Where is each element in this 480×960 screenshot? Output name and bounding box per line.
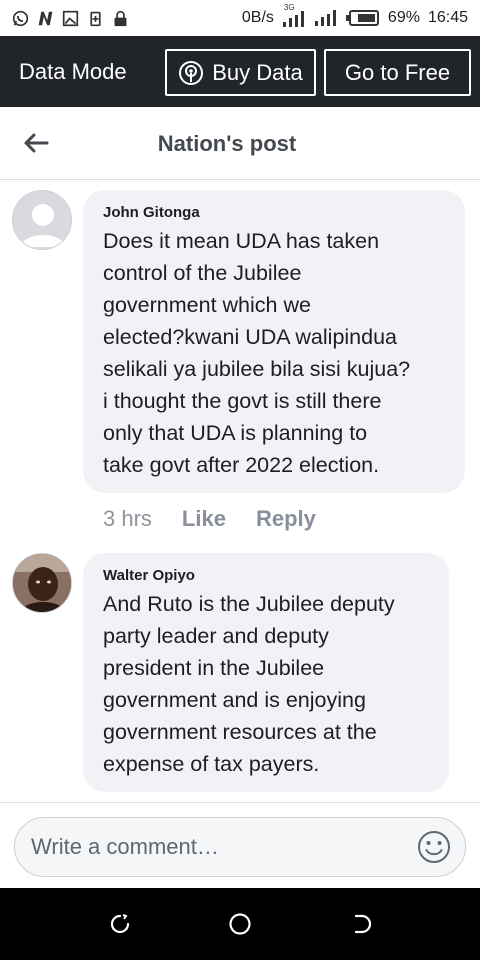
like-link[interactable]: Like	[182, 506, 226, 532]
user-photo-icon	[13, 554, 71, 612]
system-navigation-bar	[0, 888, 480, 960]
notification-icons	[12, 10, 129, 27]
signal-3g-icon: 3G	[282, 3, 306, 27]
data-mode-bar: Data Mode Buy Data Go to Free	[0, 36, 480, 107]
battery-icon	[345, 10, 379, 26]
composer-box	[14, 817, 466, 877]
back-nav-button[interactable]	[344, 908, 376, 940]
buy-data-label: Buy Data	[212, 59, 303, 85]
go-to-free-button[interactable]: Go to Free	[324, 49, 471, 96]
default-avatar-icon	[13, 191, 71, 249]
home-button[interactable]	[224, 908, 256, 940]
signal-strength-icon	[314, 10, 336, 26]
n-app-icon	[38, 11, 53, 25]
comment-composer	[0, 802, 480, 888]
comment-bubble: Walter Opiyo And Ruto is the Jubilee dep…	[83, 553, 449, 792]
home-circle-icon	[229, 913, 251, 935]
page-title: Nation's post	[157, 131, 297, 156]
image-icon	[62, 10, 79, 26]
avatar[interactable]	[12, 190, 72, 250]
comment-bubble: John Gitonga Does it mean UDA has taken …	[83, 190, 465, 493]
reply-link[interactable]: Reply	[256, 506, 316, 532]
buy-data-button[interactable]: Buy Data	[165, 49, 316, 96]
go-to-free-label: Go to Free	[344, 59, 451, 85]
battery-percent: 69%	[387, 9, 420, 26]
page-header: Nation's post	[0, 107, 480, 180]
emoji-button[interactable]	[417, 830, 451, 864]
comment-text: And Ruto is the Jubilee deputy party lea…	[103, 592, 395, 776]
whatsapp-icon	[12, 10, 29, 26]
comment-actions: 3 hrs Like Reply	[103, 506, 316, 532]
comment-timestamp[interactable]: 3 hrs	[103, 506, 152, 532]
comment-author[interactable]: Walter Opiyo	[103, 567, 429, 584]
status-bar: 0B/s 3G 69% 16:45	[0, 0, 480, 36]
system-status: 0B/s 3G 69% 16:45	[241, 3, 468, 27]
network-speed: 0B/s	[241, 9, 274, 26]
clock: 16:45	[427, 9, 468, 26]
comment-text: Does it mean UDA has taken control of th…	[103, 229, 411, 477]
recent-apps-icon	[110, 914, 130, 934]
lock-icon	[114, 10, 127, 26]
comment-author[interactable]: John Gitonga	[103, 204, 445, 221]
broadcast-icon	[179, 60, 204, 85]
comment-input[interactable]	[31, 834, 417, 860]
recent-apps-button[interactable]	[104, 908, 136, 940]
battery-saver-icon	[90, 11, 101, 26]
avatar[interactable]	[12, 553, 72, 613]
back-nav-icon	[354, 914, 372, 934]
data-mode-title: Data Mode	[19, 58, 127, 84]
smiley-icon	[418, 831, 450, 863]
